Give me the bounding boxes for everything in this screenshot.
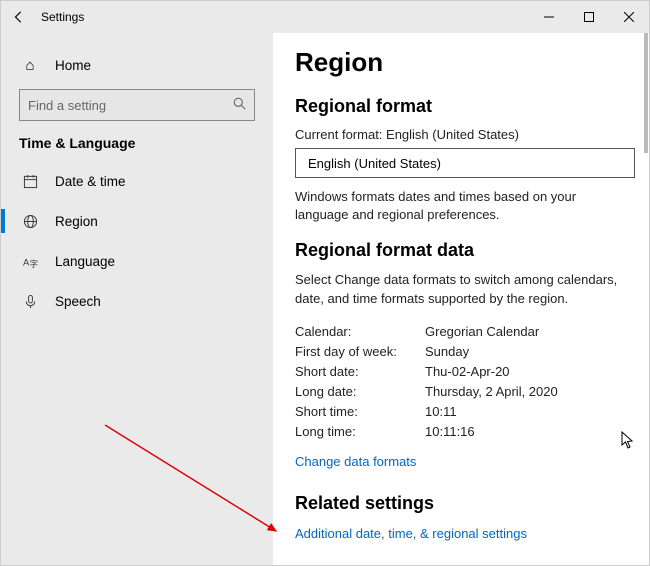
row-key: Short time: [295, 404, 425, 419]
search-wrap [1, 85, 273, 131]
back-button[interactable] [1, 1, 37, 33]
sidebar-section-header: Time & Language [1, 131, 273, 161]
language-icon: A字 [19, 254, 41, 269]
data-row: Long time:10:11:16 [295, 424, 627, 439]
current-format-label: Current format: English (United States) [295, 127, 627, 142]
minimize-button[interactable] [529, 1, 569, 33]
dropdown-value: English (United States) [308, 156, 441, 171]
format-data-heading: Regional format data [295, 240, 627, 261]
home-nav[interactable]: ⌂ Home [1, 45, 273, 85]
scrollbar[interactable] [644, 33, 648, 564]
regional-format-desc: Windows formats dates and times based on… [295, 188, 627, 224]
sidebar-item-language[interactable]: A字 Language [1, 241, 273, 281]
row-value: Sunday [425, 344, 469, 359]
data-row: Short time:10:11 [295, 404, 627, 419]
data-row: Calendar:Gregorian Calendar [295, 324, 627, 339]
page-title: Region [295, 47, 627, 78]
window-controls [529, 1, 649, 33]
home-icon: ⌂ [19, 57, 41, 74]
regional-format-heading: Regional format [295, 96, 627, 117]
row-key: Long date: [295, 384, 425, 399]
row-value: 10:11 [425, 404, 457, 419]
sidebar-item-label: Speech [55, 294, 101, 309]
change-data-formats-link[interactable]: Change data formats [295, 454, 416, 469]
svg-text:字: 字 [29, 259, 37, 269]
data-row: Short date:Thu-02-Apr-20 [295, 364, 627, 379]
window-body: ⌂ Home Time & Language Date & time [1, 33, 649, 565]
row-value: Gregorian Calendar [425, 324, 539, 339]
related-settings-heading: Related settings [295, 493, 627, 514]
row-key: Calendar: [295, 324, 425, 339]
home-label: Home [55, 58, 91, 73]
row-value: 10:11:16 [425, 424, 475, 439]
microphone-icon [19, 294, 41, 309]
window-title: Settings [37, 10, 84, 24]
search-icon [233, 97, 246, 113]
row-key: First day of week: [295, 344, 425, 359]
row-value: Thursday, 2 April, 2020 [425, 384, 558, 399]
sidebar-item-label: Date & time [55, 174, 126, 189]
row-key: Long time: [295, 424, 425, 439]
sidebar-item-date-time[interactable]: Date & time [1, 161, 273, 201]
calendar-icon [19, 174, 41, 189]
search-field[interactable] [28, 98, 233, 113]
data-row: Long date:Thursday, 2 April, 2020 [295, 384, 627, 399]
regional-format-dropdown[interactable]: English (United States) [295, 148, 635, 178]
sidebar-item-region[interactable]: Region [1, 201, 273, 241]
close-button[interactable] [609, 1, 649, 33]
sidebar-item-label: Language [55, 254, 115, 269]
additional-settings-link[interactable]: Additional date, time, & regional settin… [295, 526, 527, 541]
data-row: First day of week:Sunday [295, 344, 627, 359]
sidebar: ⌂ Home Time & Language Date & time [1, 33, 273, 565]
row-value: Thu-02-Apr-20 [425, 364, 510, 379]
content-panel: Region Regional format Current format: E… [273, 33, 649, 565]
search-input[interactable] [19, 89, 255, 121]
globe-icon [19, 214, 41, 229]
row-key: Short date: [295, 364, 425, 379]
sidebar-item-speech[interactable]: Speech [1, 281, 273, 321]
maximize-button[interactable] [569, 1, 609, 33]
titlebar: Settings [1, 1, 649, 33]
format-data-desc: Select Change data formats to switch amo… [295, 271, 627, 307]
scrollbar-thumb[interactable] [644, 33, 648, 153]
sidebar-item-label: Region [55, 214, 98, 229]
settings-window: Settings ⌂ Home Time & Language [0, 0, 650, 566]
